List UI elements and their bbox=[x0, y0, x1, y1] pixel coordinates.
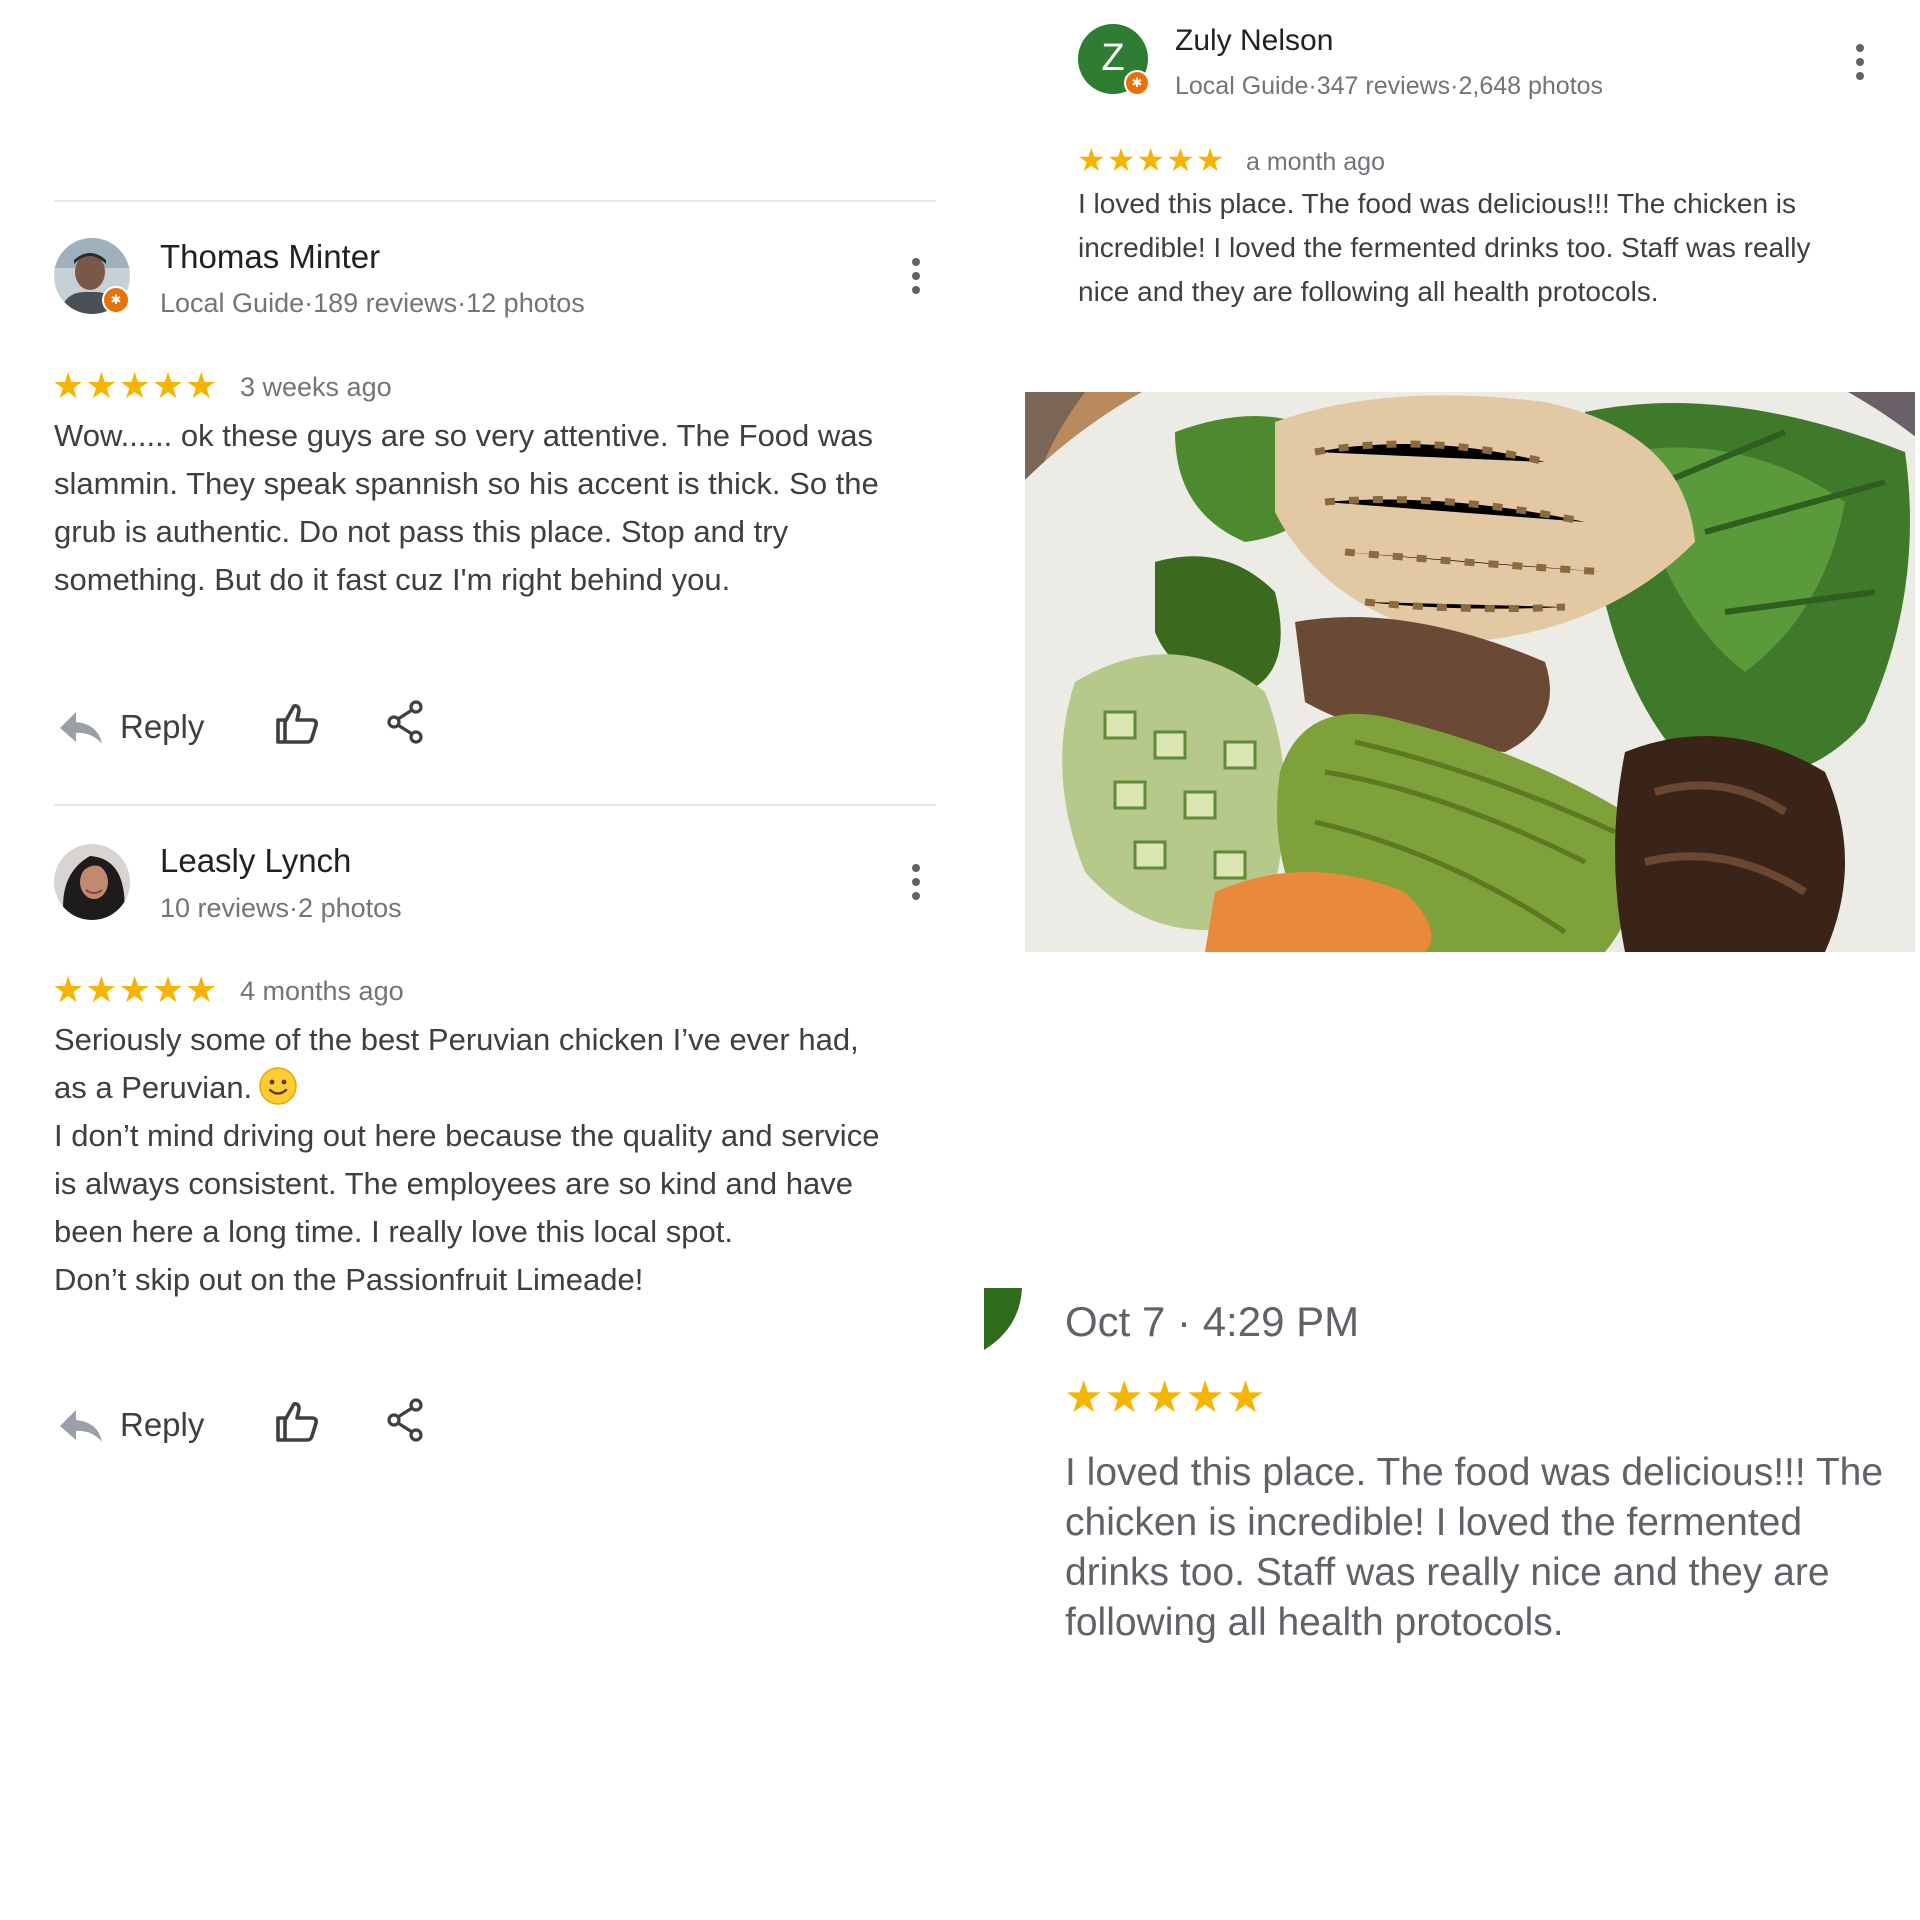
local-guide-badge-icon bbox=[102, 286, 130, 314]
review-text: Wow...... ok these guys are so very atte… bbox=[54, 418, 879, 597]
reply-arrow-icon bbox=[60, 1410, 102, 1442]
review-text: I loved this place. The food was delicio… bbox=[1078, 188, 1811, 307]
review-text-line: Don’t skip out on the Passionfruit Limea… bbox=[54, 1262, 644, 1297]
reply-label: Reply bbox=[120, 708, 205, 745]
reply-label: Reply bbox=[120, 1406, 205, 1443]
share-button[interactable] bbox=[386, 1398, 426, 1442]
review-text: Seriously some of the best Peruvian chic… bbox=[54, 1016, 894, 1304]
share-icon bbox=[387, 1398, 423, 1442]
more-options-icon[interactable] bbox=[1850, 42, 1870, 82]
review-text-line: I don’t mind driving out here because th… bbox=[54, 1118, 880, 1249]
reviewer-avatar[interactable] bbox=[54, 844, 130, 920]
more-options-icon[interactable] bbox=[906, 862, 926, 902]
food-bowl-image bbox=[1025, 392, 1915, 952]
review-date: 3 weeks ago bbox=[240, 372, 392, 402]
reviewer-name[interactable]: Zuly Nelson bbox=[1175, 24, 1333, 58]
reviewer-meta: 10 reviews·2 photos bbox=[160, 893, 402, 923]
share-icon bbox=[387, 700, 423, 744]
thumbs-up-icon bbox=[276, 704, 318, 744]
review-text-line: Seriously some of the best Peruvian chic… bbox=[54, 1022, 859, 1105]
reply-arrow-icon bbox=[60, 712, 102, 744]
smiling-face-emoji bbox=[258, 1066, 298, 1106]
like-button[interactable] bbox=[274, 1398, 320, 1444]
share-button[interactable] bbox=[386, 700, 426, 744]
review-divider bbox=[54, 804, 936, 806]
review-date: 4 months ago bbox=[240, 976, 404, 1006]
reviewer-name[interactable]: Thomas Minter bbox=[160, 238, 380, 276]
review-text: I loved this place. The food was delicio… bbox=[1065, 1451, 1884, 1644]
reviewer-name[interactable]: Leasly Lynch bbox=[160, 842, 351, 880]
rating-stars: ★★★★★ bbox=[1064, 1373, 1267, 1422]
like-button[interactable] bbox=[274, 700, 320, 746]
reviewer-avatar[interactable]: Z bbox=[1078, 24, 1150, 96]
reply-button[interactable]: Reply bbox=[58, 700, 218, 754]
review-date: a month ago bbox=[1246, 148, 1385, 176]
reviewer-photo-icon bbox=[54, 844, 130, 920]
rating-stars: ★★★★★ bbox=[1077, 142, 1226, 178]
avatar-edge-icon bbox=[984, 1288, 1024, 1355]
reply-button[interactable]: Reply bbox=[58, 1398, 218, 1452]
reviewer-meta: Local Guide·347 reviews·2,648 photos bbox=[1175, 72, 1604, 100]
review-photo[interactable] bbox=[1025, 392, 1915, 952]
rating-stars: ★★★★★ bbox=[52, 365, 219, 406]
rating-stars: ★★★★★ bbox=[52, 969, 219, 1010]
reviewer-avatar[interactable] bbox=[54, 238, 130, 314]
review-divider-top bbox=[54, 200, 936, 202]
review-timestamp: Oct 7 · 4:29 PM bbox=[1065, 1298, 1360, 1345]
more-options-icon[interactable] bbox=[906, 256, 926, 296]
thumbs-up-icon bbox=[276, 1402, 318, 1442]
reviewer-meta: Local Guide·189 reviews·12 photos bbox=[160, 288, 585, 318]
local-guide-badge-icon bbox=[1124, 70, 1150, 96]
